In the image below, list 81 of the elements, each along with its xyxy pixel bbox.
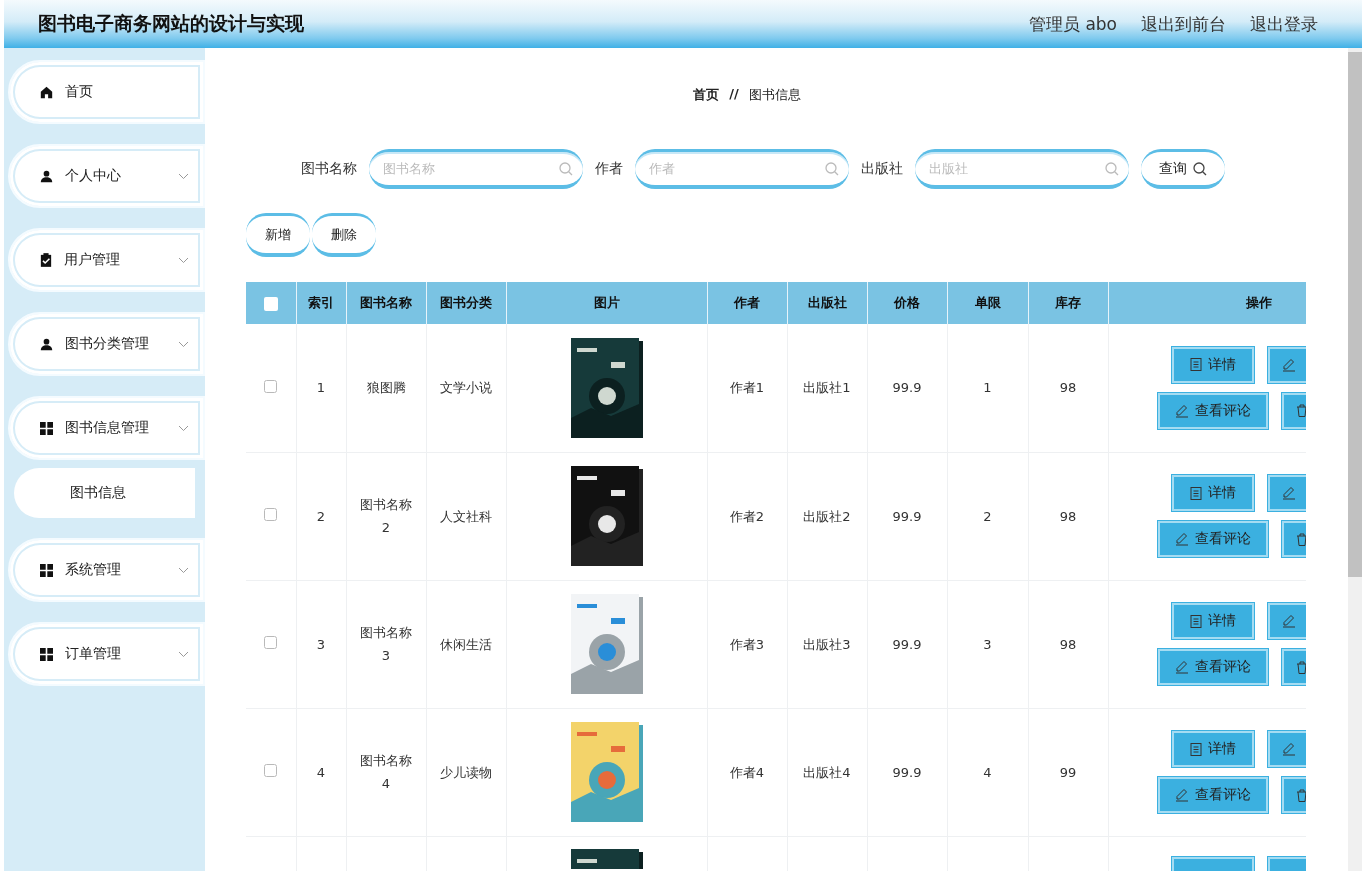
table-cell-text: 99.9 — [892, 507, 922, 526]
menu-label: 首页 — [65, 83, 94, 101]
header-link[interactable]: 退出登录 — [1250, 12, 1318, 36]
view-comments-button[interactable]: 查看评论 — [1157, 392, 1268, 429]
view-comments-button[interactable]: 查看评论 — [1157, 777, 1268, 813]
table-cell-text: 99 — [1059, 763, 1077, 782]
breadcrumb-item: 图书信息 — [748, 86, 801, 104]
column-header: 单限 — [947, 282, 1028, 324]
header-link[interactable]: 管理员 abo — [1029, 12, 1117, 36]
delete-button[interactable]: 删除 — [312, 213, 376, 257]
view-comments-button[interactable]: 查看评论 — [1157, 649, 1268, 685]
table-cell-text: 作者1 — [729, 379, 765, 398]
search-field[interactable]: 出版社 — [915, 149, 1129, 189]
table-cell-text: 狼图腾 — [366, 379, 406, 398]
table-cell-text: 99.9 — [892, 379, 922, 398]
table-cell-text: 98 — [1059, 379, 1077, 398]
menu-item[interactable]: 系统管理 — [8, 538, 205, 602]
table-cell-text: 图书名称3 — [359, 624, 413, 665]
breadcrumb-item[interactable]: 首页 — [693, 86, 720, 104]
view-comments-button[interactable]: 查看评论 — [1157, 521, 1268, 557]
table-cell-text: 99.9 — [892, 635, 922, 654]
menu-item[interactable]: 个人中心 — [8, 144, 205, 208]
table-cell-text: 2 — [983, 507, 992, 526]
query-button[interactable]: 查询 — [1141, 149, 1225, 189]
table-cell-text: 少儿读物 — [440, 763, 492, 782]
table-cell-text: 图书名称2 — [359, 496, 413, 537]
column-header: 图片 — [506, 282, 707, 324]
table-cell-text: 98 — [1059, 635, 1077, 654]
menu-label: 系统管理 — [65, 561, 122, 579]
column-header: 索引 — [296, 282, 346, 324]
table-cell-text: 4 — [983, 763, 992, 782]
column-header: 价格 — [867, 282, 947, 324]
menu-label: 图书信息管理 — [65, 419, 150, 437]
menu-item[interactable]: 用户管理 — [8, 228, 205, 292]
menu-item[interactable]: 订单管理 — [8, 622, 205, 686]
field-label: 图书名称 — [301, 160, 357, 178]
details-button[interactable]: 详情 — [1171, 603, 1254, 639]
menu-item[interactable]: 图书信息管理 — [8, 396, 205, 460]
header-link[interactable]: 退出到前台 — [1141, 12, 1226, 36]
details-button[interactable]: 详情 — [1171, 731, 1254, 767]
table-cell-text: 作者3 — [729, 635, 765, 654]
site-title: 图书电子商务网站的设计与实现 — [38, 11, 304, 36]
menu-label: 图书分类管理 — [65, 335, 150, 353]
table-cell-text: 图书名称4 — [359, 752, 413, 793]
table-cell-text: 1 — [983, 379, 992, 398]
column-header: 图书分类 — [426, 282, 506, 324]
table-cell-text: 文学小说 — [440, 379, 492, 398]
column-header: 出版社 — [787, 282, 867, 324]
table-cell-text: 4 — [316, 763, 326, 782]
table-cell-text: 2 — [316, 507, 326, 526]
table-cell-text: 休闲生活 — [440, 635, 492, 654]
table-cell-text: 出版社4 — [803, 763, 851, 782]
table-cell-text: 作者4 — [729, 763, 765, 782]
column-header: 操作 — [1108, 282, 1306, 324]
breadcrumb-separator: // — [729, 86, 739, 103]
menu-item[interactable]: 首页 — [8, 60, 205, 124]
submenu-item[interactable]: 图书信息 — [14, 468, 195, 518]
table-cell-text: 人文社科 — [440, 507, 492, 526]
table-cell-text: 98 — [1059, 507, 1077, 526]
table-cell-text: 99.9 — [892, 763, 922, 782]
add-button[interactable]: 新增 — [246, 213, 310, 257]
table-cell-text: 3 — [316, 635, 326, 654]
table-cell-text: 出版社2 — [803, 507, 851, 526]
table-cell-text: 3 — [983, 635, 992, 654]
table-cell-text: 出版社3 — [803, 635, 851, 654]
menu-label: 个人中心 — [65, 167, 122, 185]
table-cell-text: 1 — [316, 379, 326, 398]
details-button[interactable]: 详情 — [1171, 475, 1254, 511]
column-header: 库存 — [1028, 282, 1108, 324]
menu-item[interactable]: 图书分类管理 — [8, 312, 205, 376]
field-label: 作者 — [595, 160, 623, 178]
table-cell-text: 出版社1 — [803, 379, 851, 398]
table-cell-text: 作者2 — [729, 507, 765, 526]
field-label: 出版社 — [861, 160, 903, 178]
search-field[interactable]: 作者 — [635, 149, 849, 189]
menu-label: 用户管理 — [64, 251, 121, 269]
menu-label: 订单管理 — [65, 645, 122, 663]
search-field[interactable]: 图书名称 — [369, 149, 583, 189]
details-button[interactable]: 详情 — [1171, 346, 1254, 383]
column-header: 作者 — [707, 282, 787, 324]
column-header: 图书名称 — [346, 282, 426, 324]
